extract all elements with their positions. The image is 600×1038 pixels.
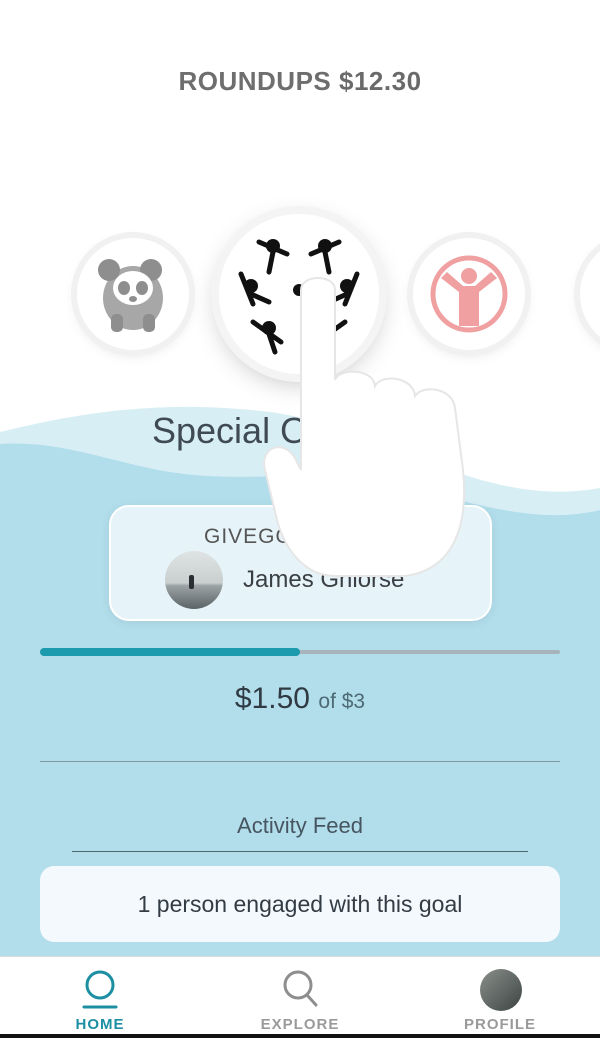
amount-row: $1.50 of $3 — [0, 682, 600, 716]
panda-icon — [98, 259, 163, 332]
special-olympics-icon — [238, 239, 360, 355]
child-hands-up-icon — [430, 255, 508, 333]
charity-save-the-children[interactable] — [413, 238, 525, 350]
tab-home-label: HOME — [75, 1016, 125, 1033]
tab-explore[interactable]: EXPLORE — [200, 957, 400, 1033]
profile-avatar — [480, 969, 522, 1011]
givegoal-card[interactable]: GIVEGOAL James Ghiorse — [109, 505, 492, 621]
tab-explore-label: EXPLORE — [260, 1016, 340, 1033]
charity-carousel[interactable] — [0, 210, 600, 380]
goal-target: of $3 — [318, 690, 366, 713]
goal-owner: James Ghiorse — [165, 551, 404, 609]
tab-bar: HOME EXPLORE PROFILE — [0, 956, 600, 1038]
divider — [72, 851, 528, 852]
selected-charity-name: Special Olympics — [152, 410, 429, 451]
tab-home[interactable]: HOME — [0, 957, 200, 1033]
progress-fill — [40, 648, 300, 656]
roundups-header: ROUNDUPS $12.30 — [0, 66, 600, 97]
roundups-amount: $12.30 — [339, 66, 422, 96]
search-icon — [283, 970, 318, 1007]
divider — [40, 761, 560, 762]
raised-amount: $1.50 — [234, 682, 310, 715]
goal-owner-name: James Ghiorse — [243, 566, 405, 593]
tab-profile[interactable]: PROFILE — [400, 957, 600, 1033]
screen: ROUNDUPS $12.30 Special Olympics GIVEGOA… — [0, 0, 600, 1038]
tab-profile-label: PROFILE — [463, 1016, 536, 1033]
givegoal-label: GIVEGOAL — [204, 525, 321, 548]
avatar — [165, 551, 223, 609]
home-icon — [82, 970, 118, 1009]
charity-next[interactable] — [580, 238, 600, 350]
charity-special-olympics[interactable] — [219, 214, 379, 374]
home-indicator — [0, 1034, 600, 1038]
roundups-label: ROUNDUPS — [178, 66, 332, 96]
activity-feed-title: Activity Feed — [237, 813, 363, 838]
activity-feed-item[interactable]: 1 person engaged with this goal — [40, 866, 560, 942]
charity-wwf[interactable] — [77, 238, 189, 350]
